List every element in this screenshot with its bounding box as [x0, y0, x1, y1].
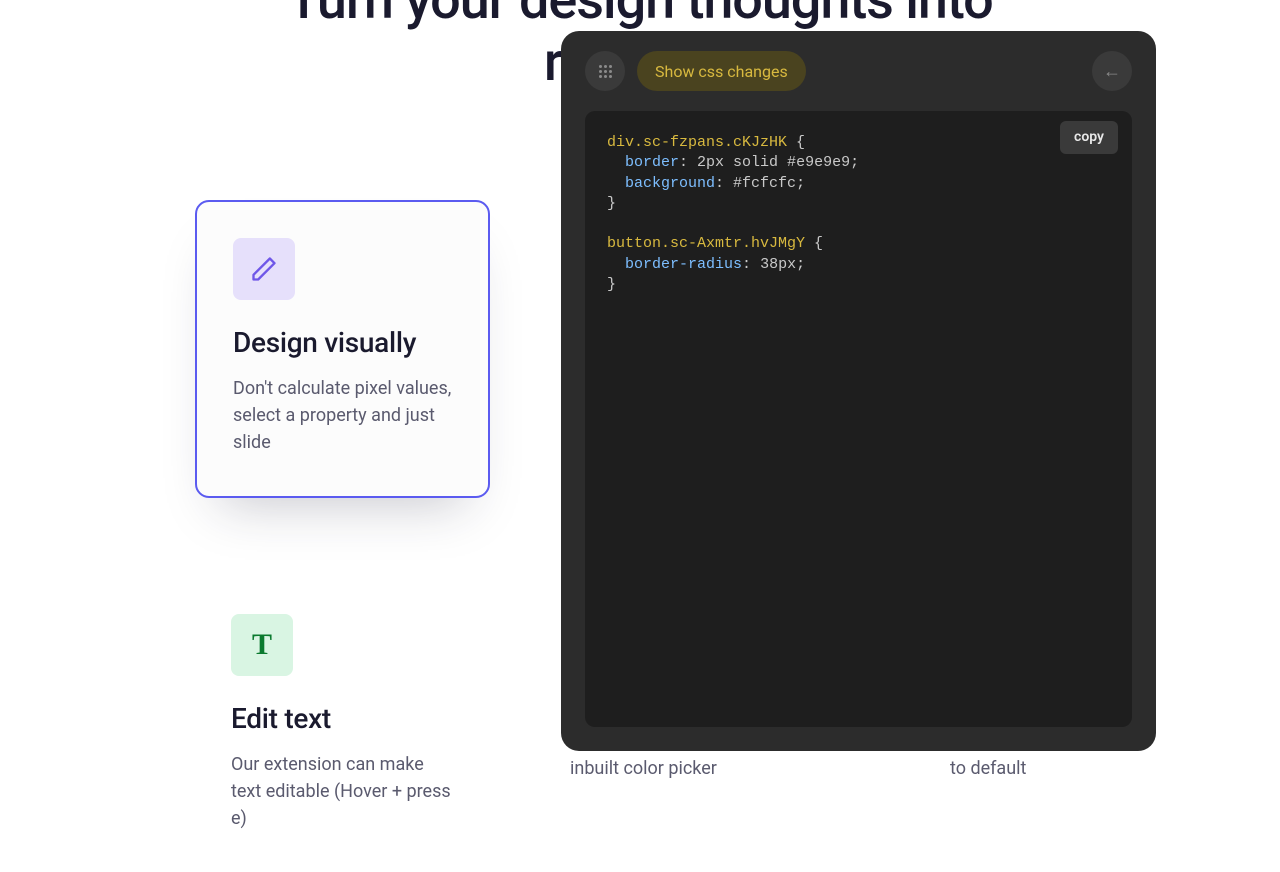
show-css-changes-label: Show css changes: [655, 62, 788, 81]
text-icon: T: [231, 614, 293, 676]
code-line: background: #fcfcfc;: [607, 174, 1110, 194]
card-title: Edit text: [231, 702, 454, 735]
arrow-left-icon: ←: [1103, 61, 1121, 82]
code-line: border-radius: 38px;: [607, 255, 1110, 275]
back-button[interactable]: ←: [1092, 51, 1132, 91]
copy-label: copy: [1074, 129, 1104, 145]
code-line: [607, 214, 1110, 234]
feature-card-design-visually[interactable]: Design visually Don't calculate pixel va…: [195, 200, 490, 498]
card-title: Design visually: [233, 326, 452, 359]
card-desc: Our extension can make text editable (Ho…: [231, 751, 454, 832]
feature-card-edit-text[interactable]: T Edit text Our extension can make text …: [195, 578, 490, 872]
code-line: button.sc-Axmtr.hvJMgY {: [607, 234, 1110, 254]
css-changes-panel: Show css changes ← copy div.sc-fzpans.cK…: [561, 31, 1156, 751]
copy-button[interactable]: copy: [1060, 121, 1118, 154]
grip-icon: [599, 65, 612, 78]
code-output: copy div.sc-fzpans.cKJzHK { border: 2px …: [585, 111, 1132, 727]
show-css-changes-button[interactable]: Show css changes: [637, 51, 806, 91]
code-line: div.sc-fzpans.cKJzHK {: [607, 133, 1110, 153]
card-desc: Don't calculate pixel values, select a p…: [233, 375, 452, 456]
peek-row: inbuilt color picker to default: [570, 758, 1210, 779]
code-line: }: [607, 194, 1110, 214]
headline-line1: Turn your design thoughts into: [287, 0, 992, 32]
peek-col2: inbuilt color picker: [570, 758, 830, 779]
code-line: }: [607, 275, 1110, 295]
peek-col3: to default: [950, 758, 1210, 779]
drag-handle-button[interactable]: [585, 51, 625, 91]
code-line: border: 2px solid #e9e9e9;: [607, 153, 1110, 173]
pencil-icon: [233, 238, 295, 300]
